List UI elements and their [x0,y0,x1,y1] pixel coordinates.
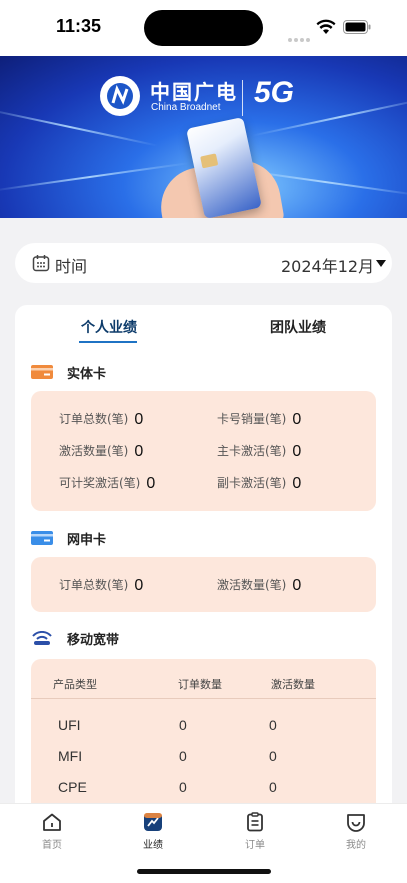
section-title: 移动宽带 [67,633,120,648]
tabbar-label: 业绩 [143,840,163,851]
broadband-wifi-icon [32,631,52,645]
order-clipboard-icon [247,812,263,832]
month-selector[interactable]: 2024年12月 [281,253,374,277]
performance-card: 个人业绩 团队业绩 实体卡 订单总数(笔) 0 卡号销量(笔) 0 激活数量(笔) 0… [15,305,392,835]
order-count: 0 [179,779,187,795]
tabbar-item-orders[interactable]: 订单 [225,812,285,851]
tabbar-label: 我的 [346,840,366,851]
section-mobile-broadband: 移动宽带 [31,629,231,649]
table-header: 产品类型 订单数量 激活数量 [31,659,376,699]
home-indicator [137,869,271,874]
promo-banner[interactable]: 中国广电 China Broadnet 5G [0,56,407,218]
tabbar-item-home[interactable]: 首页 [22,812,82,851]
brand-name-en: China Broadnet [151,102,221,113]
table-row: UFI 0 0 [31,717,376,747]
caret-down-icon[interactable] [376,260,386,267]
tabbar-item-performance[interactable]: 业绩 [123,812,183,851]
metric-secondary-activation: 副卡激活(笔) 0 [217,475,302,492]
physical-card-icon [31,365,53,379]
activation-count: 0 [269,779,277,795]
battery-icon [343,20,371,34]
metric-number-sales: 卡号销量(笔) 0 [217,411,302,428]
column-header-orders: 订单数量 [178,678,222,691]
performance-icon [144,813,162,831]
signal-icon [288,27,312,46]
wifi-icon [316,19,336,34]
section-online-card: 网申卡 [31,529,231,549]
china-broadnet-logo-icon [100,76,140,116]
metric-order-total: 订单总数(笔) 0 [59,411,144,428]
profile-icon [347,814,365,832]
calendar-icon [32,255,50,272]
tabbar-label: 首页 [42,840,62,851]
column-header-activations: 激活数量 [271,678,315,691]
home-icon [43,813,61,831]
order-count: 0 [179,748,187,764]
status-time: 11:35 [56,16,102,36]
brand-divider [242,80,243,116]
product-type: CPE [58,779,87,795]
metric-order-total: 订单总数(笔) 0 [59,577,144,594]
dynamic-island [144,10,263,46]
metric-rewardable-activation: 可计奖激活(笔) 0 [59,475,156,492]
tabbar-item-profile[interactable]: 我的 [326,812,386,851]
brand-name-cn: 中国广电 [150,80,238,104]
table-row: MFI 0 0 [31,748,376,778]
metric-activation-count: 激活数量(笔) 0 [217,577,302,594]
metric-primary-activation: 主卡激活(笔) 0 [217,443,302,460]
activation-count: 0 [269,717,277,733]
product-type: UFI [58,717,81,733]
section-title: 网申卡 [67,533,107,548]
physical-card-panel: 订单总数(笔) 0 卡号销量(笔) 0 激活数量(笔) 0 主卡激活(笔) 0 可计奖激… [31,391,376,511]
time-label: 时间 [55,257,88,276]
tab-team-performance[interactable]: 团队业绩 [270,317,326,337]
online-card-icon [31,531,53,545]
section-physical-card: 实体卡 [31,363,231,383]
section-title: 实体卡 [67,367,107,382]
product-type: MFI [58,748,83,764]
tabbar-label: 订单 [245,840,265,851]
tab-personal-performance[interactable]: 个人业绩 [81,317,137,337]
online-card-panel: 订单总数(笔) 0 激活数量(笔) 0 [31,557,376,612]
status-bar: 11:35 [0,0,407,56]
metric-activation-count: 激活数量(笔) 0 [59,443,144,460]
time-filter[interactable]: 时间 2024年12月 [15,243,392,283]
column-header-type: 产品类型 [53,678,97,691]
order-count: 0 [179,717,187,733]
activation-count: 0 [269,748,277,764]
active-tab-indicator [79,341,137,343]
brand-5g: 5G [254,76,295,109]
